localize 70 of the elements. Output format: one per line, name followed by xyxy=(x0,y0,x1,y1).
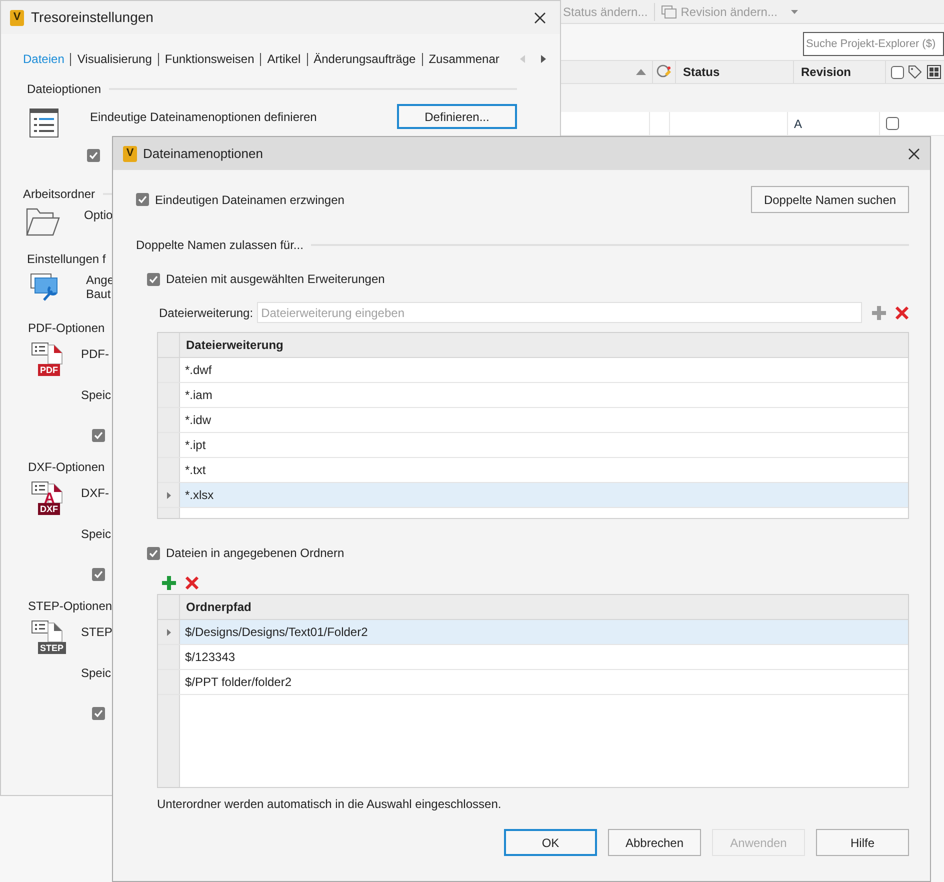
dialog-title: Dateinamenoptionen xyxy=(143,144,264,163)
tab[interactable]: Funktionsweisen xyxy=(164,50,254,68)
option-label: PDF- xyxy=(81,347,110,361)
define-button[interactable]: Definieren... xyxy=(397,104,517,129)
setting-label: Speic xyxy=(81,665,112,682)
status-icon xyxy=(656,64,672,80)
search-field[interactable]: Suche Projekt-Explorer ($) xyxy=(803,32,944,56)
section-heading: DXF-Optionen xyxy=(28,459,105,476)
checkbox[interactable] xyxy=(92,429,105,442)
checkbox-label: Dateien mit ausgewählten Erweiterungen xyxy=(166,271,385,288)
tab[interactable]: Änderungsaufträge xyxy=(314,50,416,68)
close-icon[interactable] xyxy=(534,12,546,24)
app-logo: V xyxy=(123,146,137,162)
dialog-button[interactable]: OK xyxy=(504,829,597,856)
checkbox[interactable] xyxy=(891,66,904,78)
checkbox[interactable] xyxy=(87,149,100,162)
section-heading: PDF-Optionen xyxy=(28,320,105,337)
delete-icon[interactable] xyxy=(895,306,909,320)
section-heading: Arbeitsordner xyxy=(23,186,96,203)
row-marker-icon xyxy=(166,492,170,498)
row-header[interactable] xyxy=(158,620,180,644)
find-duplicates-button[interactable]: Doppelte Namen suchen xyxy=(751,186,909,213)
checkbox[interactable] xyxy=(92,707,105,720)
checkbox-label: Dateien in angegebenen Ordnern xyxy=(166,545,344,562)
add-icon[interactable] xyxy=(872,306,886,320)
setting-label: Speic xyxy=(81,387,112,404)
tag-icon xyxy=(908,65,922,79)
field-label: Dateierweiterung: xyxy=(159,304,254,322)
list-icon xyxy=(29,108,59,138)
section-heading: Dateioptionen xyxy=(27,81,102,98)
option-label: Baut xyxy=(86,287,112,301)
tab[interactable]: Visualisierung xyxy=(77,50,152,68)
table-cell[interactable]: *.xlsx xyxy=(180,483,908,507)
checkbox[interactable] xyxy=(136,193,149,206)
grid-icon xyxy=(927,65,941,79)
column-header[interactable]: Status xyxy=(676,63,793,81)
sort-icon[interactable] xyxy=(636,69,646,75)
row-header[interactable] xyxy=(158,483,180,507)
checkbox[interactable] xyxy=(886,117,899,130)
table-cell-text: A xyxy=(794,116,802,132)
caret-icon xyxy=(791,10,798,14)
note-text: Unterordner werden automatisch in die Auswahl eingeschlossen. xyxy=(157,796,502,813)
delete-icon[interactable] xyxy=(185,576,199,590)
group-heading: Doppelte Namen zulassen für... xyxy=(136,237,304,254)
option-label: Eindeutige Dateinamenoptionen definieren xyxy=(90,108,317,126)
add-icon[interactable] xyxy=(162,576,176,590)
dialog-button[interactable]: Abbrechen xyxy=(608,829,701,856)
setting-label: Speic xyxy=(81,526,112,543)
extension-field[interactable]: Dateierweiterung eingeben xyxy=(257,302,862,323)
close-icon[interactable] xyxy=(908,148,920,160)
option-label: Optio xyxy=(84,208,113,222)
revision-icon xyxy=(660,4,677,18)
tab[interactable]: Artikel xyxy=(267,50,301,68)
table-cell[interactable]: $/Designs/Designs/Text01/Folder2 xyxy=(180,620,908,644)
section-heading: Einstellungen f xyxy=(27,251,106,268)
checkbox[interactable] xyxy=(147,546,160,560)
dialog-button[interactable]: Hilfe xyxy=(816,829,909,856)
scroll-right-icon[interactable] xyxy=(541,55,546,63)
option-label: DXF- xyxy=(81,486,110,500)
section-heading: STEP-Optionen xyxy=(28,598,112,615)
checkbox[interactable] xyxy=(147,272,160,286)
checkbox[interactable] xyxy=(92,568,105,581)
window-title: Tresoreinstellungen xyxy=(31,8,154,27)
folder-icon xyxy=(26,208,60,236)
row-marker-icon xyxy=(166,628,170,636)
checkbox-label: Eindeutigen Dateinamen erzwingen xyxy=(155,192,346,208)
column-header[interactable]: Revision xyxy=(794,63,885,81)
app-logo: V xyxy=(10,10,24,26)
option-label: STEP xyxy=(81,625,112,639)
tab[interactable]: Zusammenar xyxy=(428,50,500,68)
